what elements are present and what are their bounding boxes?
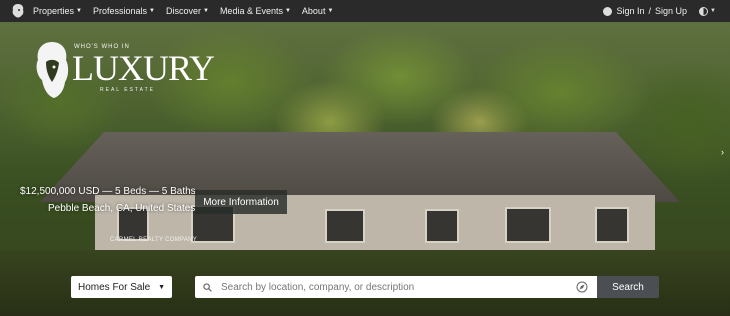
top-nav: Properties ▼ Professionals ▼ Discover ▼ Med… (0, 0, 730, 22)
lion-logo-icon[interactable] (11, 3, 25, 19)
listing-location: Pebble Beach, CA, United States (48, 203, 196, 214)
property-type-value: Homes For Sale (78, 281, 151, 293)
chevron-right-icon[interactable]: › (721, 147, 724, 157)
sign-in-link[interactable]: Sign In (616, 6, 644, 16)
site-logo[interactable]: WHO'S WHO IN LUXURY REAL ESTATE (34, 40, 215, 100)
user-icon (603, 6, 613, 16)
link-separator: / (648, 6, 652, 16)
caret-down-icon: ▼ (158, 283, 165, 291)
theme-toggle-icon[interactable] (699, 6, 709, 16)
listing-credit: CARMEL REALTY COMPANY (110, 237, 198, 243)
caret-down-icon: ▼ (149, 8, 155, 14)
property-type-select[interactable]: Homes For Sale ▼ (71, 276, 172, 298)
brand-name: LUXURY (72, 48, 215, 88)
nav-about[interactable]: About ▼ (302, 6, 333, 16)
nav-discover[interactable]: Discover ▼ (166, 6, 209, 16)
sign-up-link[interactable]: Sign Up (655, 6, 687, 16)
nav-properties[interactable]: Properties ▼ (33, 6, 82, 16)
lion-head-icon (36, 42, 69, 98)
brand-tagline: WHO'S WHO IN (74, 44, 130, 50)
brand-subtitle: REAL ESTATE (100, 87, 155, 93)
caret-down-icon: ▼ (327, 8, 334, 14)
search-icon (203, 282, 212, 292)
account-links: Sign In / Sign Up ▼ (603, 0, 716, 22)
search-button[interactable]: Search (597, 276, 659, 298)
nav-professionals[interactable]: Professionals ▼ (93, 6, 155, 16)
nav-label: Discover (165, 6, 201, 16)
caret-down-icon: ▼ (202, 8, 209, 14)
caret-down-icon[interactable]: ▼ (710, 8, 716, 14)
compass-icon[interactable] (576, 281, 588, 293)
more-information-button[interactable]: More Information (195, 190, 287, 214)
nav-label: Professionals (92, 6, 148, 16)
nav-label: Media & Events (219, 6, 283, 16)
search-box[interactable] (195, 276, 597, 298)
brand-wordmark: WHO'S WHO IN LUXURY (72, 40, 215, 88)
caret-down-icon: ▼ (284, 8, 291, 14)
nav-media-events[interactable]: Media & Events ▼ (220, 6, 291, 16)
listing-price: $12,500,000 USD — 5 Beds — 5 Baths (20, 186, 196, 197)
nav-label: Properties (33, 6, 75, 16)
search-input[interactable] (221, 281, 561, 293)
nav-label: About (301, 6, 326, 16)
caret-down-icon: ▼ (76, 8, 82, 14)
